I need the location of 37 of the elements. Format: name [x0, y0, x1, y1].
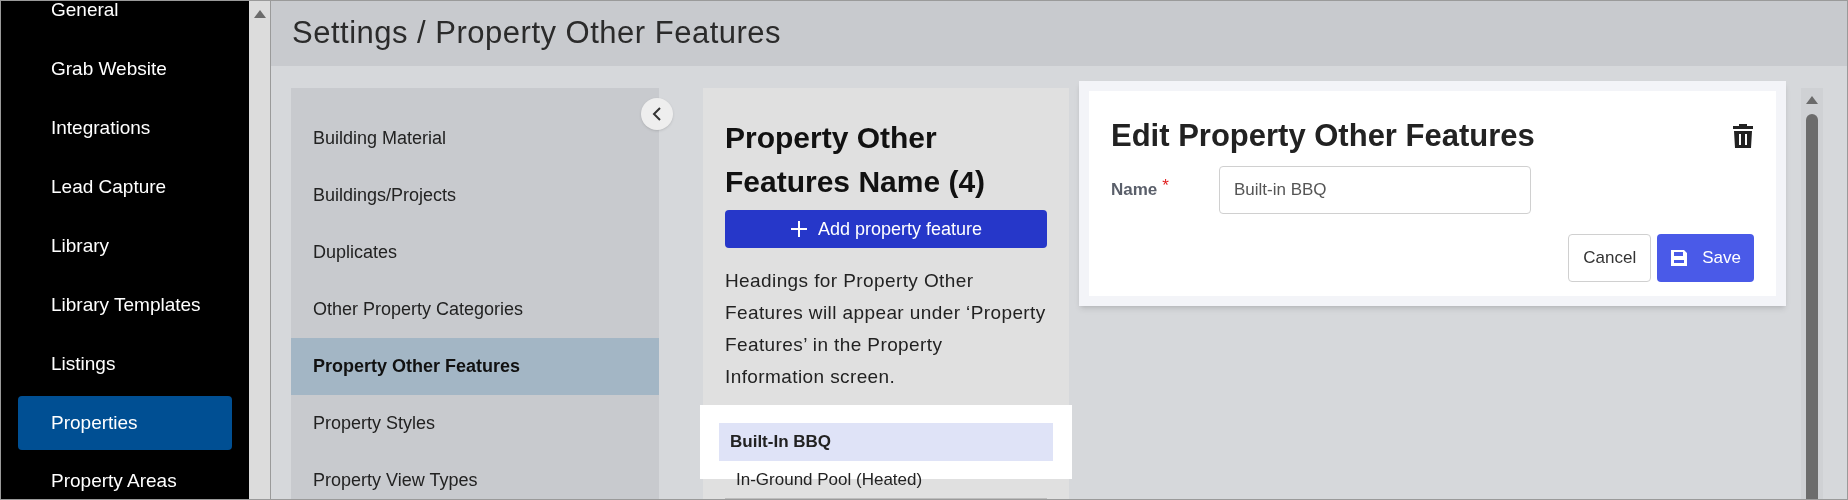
- scroll-up-icon[interactable]: [253, 10, 266, 18]
- collapse-button[interactable]: [641, 98, 673, 130]
- features-description: Headings for Property Other Features will appear under ‘Property Features’ in the Property Information screen.: [724, 269, 1047, 389]
- name-input-field[interactable]: Built-in BBQ: [1219, 165, 1531, 214]
- sidebar-item[interactable]: Properties: [18, 396, 232, 450]
- name-label: Name: [1111, 178, 1158, 201]
- settings-list-item[interactable]: Property Styles: [291, 395, 659, 452]
- chevron-left-icon: [652, 106, 662, 122]
- sidebar-scrollbar[interactable]: [249, 1, 271, 499]
- trash-icon[interactable]: [1732, 123, 1754, 150]
- feature-item[interactable]: Built-In BBQ: [719, 423, 1053, 461]
- add-feature-button[interactable]: Add property feature: [725, 210, 1047, 248]
- cancel-button[interactable]: Cancel: [1568, 233, 1652, 282]
- sidebar-item[interactable]: Grab Website: [18, 40, 232, 99]
- settings-list-item[interactable]: Buildings/Projects: [291, 167, 659, 224]
- sidebar-item[interactable]: Library Templates: [18, 276, 232, 335]
- edit-title: Edit Property Other Features: [1111, 117, 1535, 155]
- plus-icon: [789, 220, 808, 238]
- feature-item[interactable]: In-Ground Pool (Heated): [725, 461, 1047, 499]
- sidebar-item[interactable]: Integrations: [18, 99, 232, 158]
- settings-list-item[interactable]: Property View Types: [291, 452, 659, 499]
- settings-list-item[interactable]: Building Material: [291, 110, 659, 167]
- scroll-up-icon[interactable]: [1806, 96, 1818, 104]
- settings-list-item[interactable]: Duplicates: [291, 224, 659, 281]
- save-button[interactable]: Save: [1657, 233, 1754, 282]
- page-title: Settings / Property Other Features: [292, 14, 782, 53]
- sidebar-item[interactable]: Property Areas: [18, 452, 232, 499]
- settings-list-item[interactable]: Property Other Features: [291, 338, 659, 395]
- sidebar-item[interactable]: Lead Capture: [18, 158, 232, 217]
- sidebar-item[interactable]: General: [18, 1, 232, 40]
- sidebar-item[interactable]: Library: [18, 217, 232, 276]
- content-scrollbar[interactable]: [1801, 88, 1823, 499]
- settings-list-item[interactable]: Other Property Categories: [291, 281, 659, 338]
- sidebar-item[interactable]: Listings: [18, 335, 232, 394]
- scrollbar-thumb[interactable]: [1806, 114, 1818, 499]
- required-mark: *: [1162, 174, 1169, 197]
- features-heading: Property Other Features Name (4): [724, 120, 987, 200]
